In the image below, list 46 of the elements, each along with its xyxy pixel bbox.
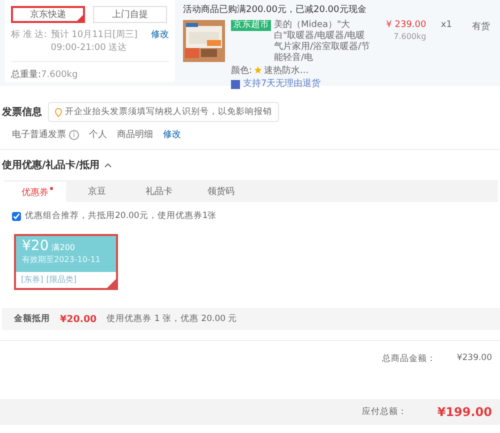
- coupon-condition: 满200: [52, 243, 76, 252]
- edit-link[interactable]: 修改: [151, 29, 169, 55]
- return-icon: [231, 80, 240, 89]
- weight-label: 总重量:: [11, 70, 42, 80]
- coupon-amount: ¥20: [22, 238, 49, 254]
- caret-icon[interactable]: [104, 162, 112, 168]
- store-tag: 京东超市: [231, 20, 271, 31]
- invoice-content: 商品明细: [117, 128, 153, 141]
- edit-link[interactable]: 修改: [163, 128, 181, 141]
- summary-value: ¥239.00: [456, 353, 492, 365]
- checkbox-label: 优惠组合推荐，共抵用20.00元，使用优惠券1张: [25, 210, 217, 222]
- coupon-tag: [东券]: [21, 274, 44, 285]
- invoice-type: 电子普通发票: [12, 130, 66, 140]
- delivery-time: 预计 10月11日[周三] 09:00-21:00 送达: [50, 29, 139, 55]
- color-label: 颜色:: [231, 66, 252, 76]
- delivery-label: 标 准 达:: [11, 29, 47, 42]
- section-title: 发票信息: [2, 106, 42, 119]
- checkbox[interactable]: [12, 212, 21, 220]
- payable-amount: ¥199.00: [436, 405, 492, 419]
- weight-value: 7.600kg: [41, 70, 78, 80]
- tab[interactable]: 礼品卡: [128, 180, 190, 202]
- tip-banner: 开企业抬头发票须填写纳税人识别号，以免影响报销: [48, 102, 279, 122]
- quantity: x1: [440, 20, 453, 32]
- payable-label: 应付总额：: [362, 406, 408, 418]
- product-title: 美的（Midea）"大白"取暖器/电暖器/电暖气片家用/浴室取暖器/节能轻音/电: [274, 20, 372, 64]
- tab[interactable]: 京豆: [66, 180, 128, 202]
- price: ¥ 239.00: [385, 20, 426, 30]
- tab[interactable]: 优惠券: [4, 180, 66, 202]
- coupon-expiry: 有效期至2023-10-11: [22, 254, 102, 265]
- service-text: 支持7天无理由退货: [243, 79, 321, 90]
- shipping-option[interactable]: 上门自提: [93, 6, 167, 23]
- stock-status: 有货: [470, 20, 491, 34]
- section-title: 使用优惠/礼品卡/抵用: [2, 158, 100, 172]
- star-icon: [254, 66, 262, 74]
- promo-text: 活动商品已购满200.00元，已减20.00元现金: [183, 4, 368, 16]
- color-value: 速热防水...: [264, 66, 309, 76]
- discount-amount: ¥20.00: [60, 314, 97, 324]
- item-weight: 7.600kg: [392, 32, 426, 41]
- tab[interactable]: 领货码: [190, 180, 252, 202]
- summary-label: 总商品金额：: [382, 353, 437, 365]
- coupon-tag: [限品类]: [46, 274, 76, 285]
- location-pin-icon: [55, 108, 62, 116]
- invoice-holder: 个人: [89, 128, 107, 141]
- discount-note: 使用优惠券 1 张，优惠 20.00 元: [106, 313, 238, 325]
- shipping-option[interactable]: 京东快递: [11, 6, 85, 23]
- discount-label: 金额抵用: [14, 313, 50, 325]
